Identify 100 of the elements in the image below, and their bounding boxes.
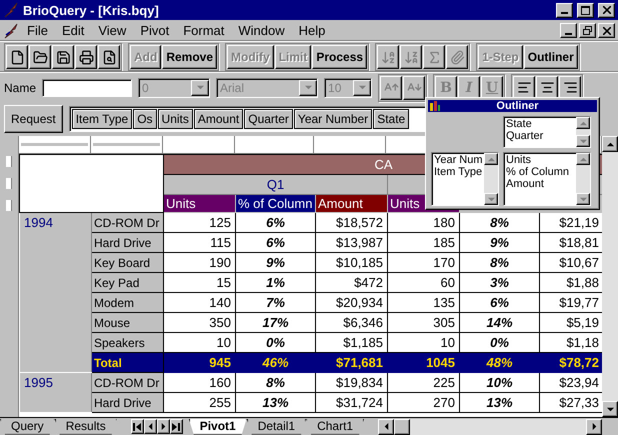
toolbar-button[interactable] — [513, 76, 536, 100]
menu-item[interactable]: Edit — [56, 23, 90, 38]
list-item[interactable]: Quarter — [506, 130, 574, 142]
preview-icon — [102, 50, 116, 64]
request-item[interactable]: Item Type — [72, 109, 132, 129]
scroll-down-button[interactable] — [602, 401, 618, 417]
toolbar-button[interactable]: Process — [312, 45, 368, 69]
minimize-icon — [565, 32, 572, 34]
minimize-button[interactable] — [560, 23, 577, 38]
close-button[interactable] — [598, 2, 615, 18]
new-file-icon — [10, 50, 24, 64]
next-tab-button[interactable] — [156, 419, 170, 434]
menu-item[interactable]: Help — [292, 23, 332, 38]
row-header: Hard Drive — [92, 232, 164, 252]
table-cell: 13% — [236, 392, 316, 412]
list-item[interactable]: Year Num — [434, 154, 482, 166]
sort-descending-icon — [404, 50, 419, 64]
table-cell: 125 — [164, 212, 236, 232]
arrow-icon — [580, 120, 586, 126]
table-cell: 255 — [164, 392, 236, 412]
request-item[interactable]: Quarter — [244, 109, 293, 129]
facts-list[interactable]: Units % of Column Amount — [503, 152, 591, 206]
maximize-button[interactable] — [577, 2, 594, 18]
vertical-scrollbar[interactable] — [602, 136, 618, 417]
table-cell: $6,346 — [316, 312, 388, 332]
scroll-up-button[interactable] — [576, 153, 590, 165]
menu-item[interactable]: View — [92, 23, 132, 38]
close-button[interactable] — [598, 23, 615, 38]
sheet-tab[interactable]: Chart1 — [306, 418, 364, 434]
row-header: Mouse — [92, 312, 164, 332]
arrow-icon — [580, 156, 586, 162]
menu-item[interactable]: File — [21, 23, 54, 38]
toolbar-button[interactable]: Remove — [162, 45, 218, 69]
table-cell: 9% — [236, 252, 316, 272]
request-item[interactable]: Units — [158, 109, 193, 129]
first-tab-button[interactable] — [130, 419, 144, 434]
list-scrollbar[interactable] — [484, 153, 498, 205]
minimize-button[interactable] — [556, 2, 573, 18]
dropdown-button[interactable] — [353, 80, 372, 96]
scroll-up-button[interactable] — [602, 136, 618, 152]
sheet-tab[interactable]: Results — [54, 418, 117, 434]
toolbar-button[interactable] — [6, 45, 28, 69]
list-scrollbar[interactable] — [576, 153, 590, 205]
scroll-thumb[interactable] — [394, 418, 410, 434]
request-item[interactable]: Os — [133, 109, 157, 129]
toolbar-button[interactable] — [536, 76, 558, 100]
arrow-icon — [488, 196, 494, 202]
table-cell: $10,67 — [540, 252, 602, 272]
table-cell: $20,934 — [316, 292, 388, 312]
toolbar-button[interactable] — [98, 45, 120, 69]
table-cell: 14% — [460, 312, 540, 332]
dropdown-button[interactable] — [299, 80, 318, 96]
horizontal-scrollbar[interactable] — [378, 418, 602, 434]
table-cell: $71,681 — [316, 352, 388, 372]
dropdown-button[interactable] — [191, 80, 210, 96]
menu-item[interactable]: Format — [177, 23, 230, 38]
table-cell: 1% — [236, 272, 316, 292]
toolbar-button[interactable] — [380, 76, 402, 100]
request-item[interactable]: Amount — [194, 109, 244, 129]
toolbar-button[interactable] — [403, 76, 426, 100]
scroll-down-button[interactable] — [576, 135, 590, 147]
table-cell: 46% — [236, 352, 316, 372]
request-button[interactable]: Request — [4, 105, 63, 133]
paperclip-icon — [450, 50, 465, 64]
list-item[interactable]: Amount — [506, 178, 574, 190]
list-item[interactable]: State — [506, 118, 574, 130]
scroll-up-button[interactable] — [484, 153, 498, 165]
sheet-tab[interactable]: Detail1 — [246, 418, 306, 434]
previous-tab-button[interactable] — [144, 419, 157, 434]
toolbar-button[interactable] — [75, 45, 97, 69]
table-cell: 10 — [164, 332, 236, 352]
scroll-left-button[interactable] — [378, 418, 394, 434]
name-field[interactable] — [42, 78, 132, 96]
column-list[interactable]: State Quarter — [503, 116, 591, 148]
table-cell: $1,185 — [316, 332, 388, 352]
scroll-down-button[interactable] — [484, 193, 498, 205]
sheet-tab[interactable]: Query — [0, 418, 55, 434]
table-cell: $472 — [316, 272, 388, 292]
table-cell: 945 — [164, 352, 236, 372]
table-cell: $10,185 — [316, 252, 388, 272]
list-scrollbar[interactable] — [576, 117, 590, 147]
row-list[interactable]: Year Num Item Type — [431, 152, 499, 206]
last-tab-button[interactable] — [170, 419, 183, 434]
toolbar-button[interactable] — [29, 45, 51, 69]
scroll-right-button[interactable] — [586, 418, 602, 434]
request-item[interactable]: Year Number — [294, 109, 372, 129]
row-header: CD-ROM Dr — [92, 212, 164, 232]
sheet-tab[interactable]: Pivot1 — [188, 418, 247, 434]
scroll-down-button[interactable] — [576, 193, 590, 205]
bars-icon — [430, 101, 440, 111]
align-right-icon — [562, 80, 578, 95]
toolbar-button[interactable]: Outliner — [524, 45, 578, 69]
toolbar-button[interactable] — [559, 76, 582, 100]
menu-item[interactable]: Window — [232, 23, 291, 38]
menu-item[interactable]: Pivot — [134, 23, 176, 38]
restore-button[interactable] — [579, 23, 596, 38]
scroll-up-button[interactable] — [576, 117, 590, 129]
toolbar-button[interactable] — [52, 45, 74, 69]
list-item[interactable]: Units — [506, 154, 574, 166]
request-item[interactable]: State — [373, 109, 410, 129]
